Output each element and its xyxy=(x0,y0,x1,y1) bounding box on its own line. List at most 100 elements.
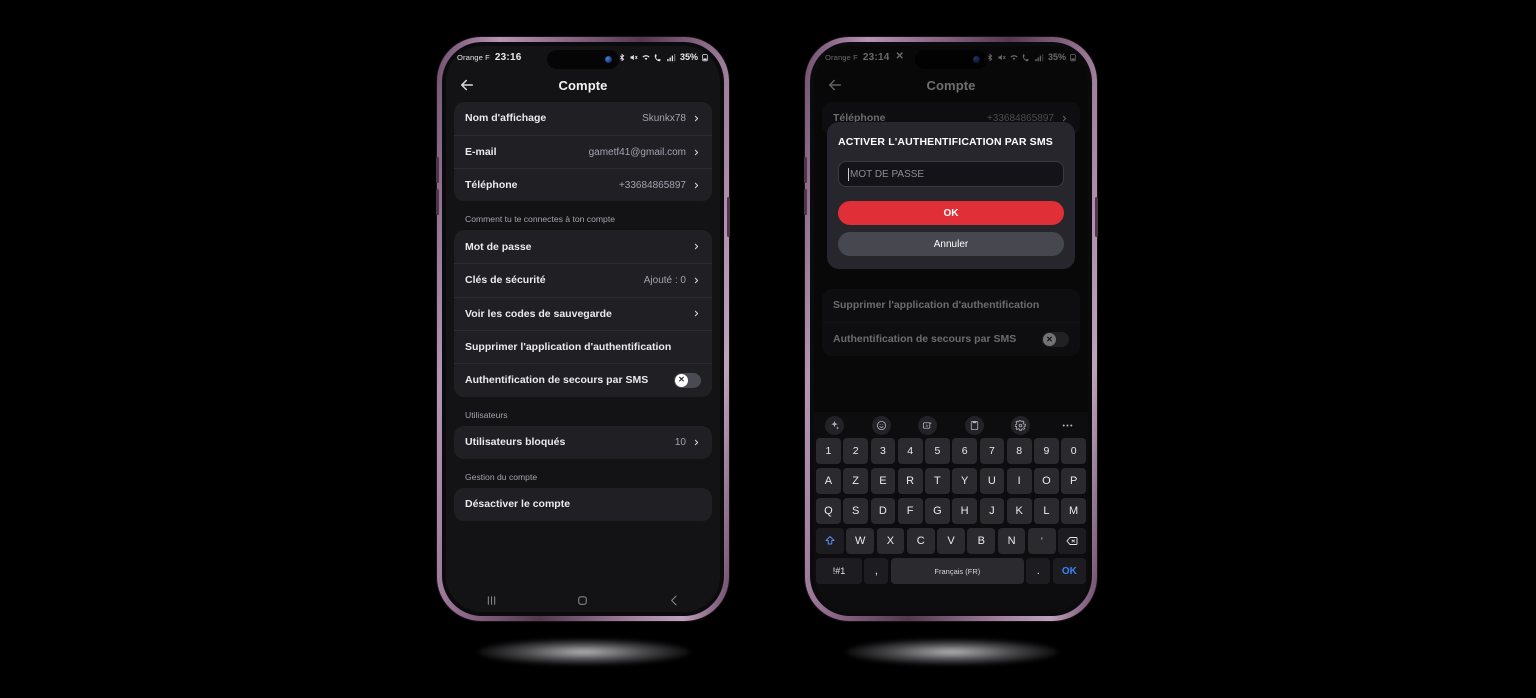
row-phone[interactable]: Téléphone +33684865897 xyxy=(454,168,712,201)
sms-backup-toggle[interactable]: ✕ xyxy=(674,372,701,388)
key-4[interactable]: 4 xyxy=(897,438,923,464)
chevron-right-icon xyxy=(694,244,699,250)
key-9[interactable]: 9 xyxy=(1034,438,1059,464)
carrier-label: Orange F xyxy=(457,52,490,62)
shift-key[interactable] xyxy=(815,528,844,554)
recents-icon[interactable] xyxy=(484,593,499,608)
ai-image-icon[interactable]: A xyxy=(918,415,938,435)
key-0[interactable]: 0 xyxy=(1061,438,1086,464)
volume-up-button[interactable] xyxy=(436,157,439,183)
row-blocked-users[interactable]: Utilisateurs bloqués 10 xyxy=(454,426,712,459)
power-button[interactable] xyxy=(727,197,730,237)
key-x[interactable]: X xyxy=(876,528,905,554)
cancel-button[interactable]: Annuler xyxy=(838,232,1064,257)
row-remove-authenticator[interactable]: Supprimer l'application d'authentificati… xyxy=(454,329,712,363)
key-w[interactable]: W xyxy=(846,528,875,554)
key-v[interactable]: V xyxy=(937,528,965,554)
backspace-icon xyxy=(1066,537,1078,545)
row-backup-codes[interactable]: Voir les codes de sauvegarde xyxy=(454,296,712,330)
row-email[interactable]: E-mail gametf41@gmail.com xyxy=(454,135,712,168)
key-g[interactable]: G xyxy=(925,498,950,524)
key-f[interactable]: F xyxy=(897,498,923,524)
card-users: Utilisateurs bloqués 10 xyxy=(454,425,712,459)
key-7[interactable]: 7 xyxy=(979,438,1005,464)
row-security-keys[interactable]: Clés de sécurité Ajouté : 0 xyxy=(454,263,712,296)
volume-up-button[interactable] xyxy=(804,157,807,183)
phone-bezel-left: Orange F 23:16 35% Compte Nom d'affichag… xyxy=(442,42,724,616)
front-camera-icon xyxy=(605,56,612,63)
row-label: Mot de passe xyxy=(465,240,532,253)
key-s[interactable]: S xyxy=(843,498,868,524)
row-display-name[interactable]: Nom d'affichage Skunkx78 xyxy=(454,102,712,135)
row-password[interactable]: Mot de passe xyxy=(454,230,712,263)
key-u[interactable]: U xyxy=(979,468,1005,494)
key-q[interactable]: Q xyxy=(816,498,841,524)
phone-right: Orange F 23:14 ✕ 35% xyxy=(804,37,1098,621)
key-1[interactable]: 1 xyxy=(816,438,841,464)
power-button[interactable] xyxy=(1095,197,1098,237)
key-a[interactable]: A xyxy=(816,468,841,494)
phone-shadow-right xyxy=(846,639,1058,665)
settings-content: Nom d'affichage Skunkx78 E-mail gametf41… xyxy=(446,102,720,521)
ok-button[interactable]: OK xyxy=(838,201,1064,226)
key-m[interactable]: M xyxy=(1061,498,1086,524)
gear-icon[interactable] xyxy=(1011,415,1031,435)
row-label: Supprimer l'application d'authentificati… xyxy=(465,340,672,353)
key-k[interactable]: K xyxy=(1006,498,1032,524)
volume-down-button[interactable] xyxy=(436,189,439,215)
keyboard-row-1: A Z E R T Y U I O P xyxy=(814,468,1088,498)
signal-icon xyxy=(667,53,676,61)
key-6[interactable]: 6 xyxy=(952,438,977,464)
chevron-right-icon xyxy=(694,277,699,284)
key-j[interactable]: J xyxy=(979,498,1005,524)
key-e[interactable]: E xyxy=(870,468,896,494)
key-apostrophe[interactable]: ' xyxy=(1027,528,1056,554)
comma-key[interactable]: , xyxy=(864,558,889,584)
key-3[interactable]: 3 xyxy=(870,438,896,464)
key-8[interactable]: 8 xyxy=(1006,438,1032,464)
key-o[interactable]: O xyxy=(1034,468,1059,494)
backspace-key[interactable] xyxy=(1058,528,1087,554)
dialog-title: ACTIVER L'AUTHENTIFICATION PAR SMS xyxy=(838,136,1053,148)
space-key[interactable]: Français (FR) xyxy=(890,558,1024,584)
enter-ok-key[interactable]: OK xyxy=(1052,558,1086,584)
row-deactivate-account[interactable]: Désactiver le compte xyxy=(454,488,712,521)
key-2[interactable]: 2 xyxy=(843,438,868,464)
row-sms-backup-auth[interactable]: Authentification de secours par SMS ✕ xyxy=(454,362,712,397)
period-key[interactable]: . xyxy=(1026,558,1051,584)
emoji-icon[interactable] xyxy=(871,415,891,435)
volume-down-button[interactable] xyxy=(804,189,807,215)
key-h[interactable]: H xyxy=(952,498,977,524)
card-identity: Nom d'affichage Skunkx78 E-mail gametf41… xyxy=(454,102,712,202)
key-t[interactable]: T xyxy=(925,468,950,494)
key-r[interactable]: R xyxy=(897,468,923,494)
battery-percent-label: 35% xyxy=(679,52,698,62)
app-header-left: Compte xyxy=(446,68,720,102)
row-label: E-mail xyxy=(465,146,497,158)
more-icon[interactable] xyxy=(1058,416,1077,435)
back-icon[interactable] xyxy=(667,593,682,608)
row-label: Téléphone xyxy=(465,179,518,192)
key-c[interactable]: C xyxy=(906,528,935,554)
row-label: Nom d'affichage xyxy=(465,112,547,125)
key-n[interactable]: N xyxy=(997,528,1026,554)
home-icon[interactable] xyxy=(575,593,590,608)
virtual-keyboard: A 1 2 3 4 5 6 7 8 9 0 A Z E R T Y U I O … xyxy=(814,412,1088,612)
sms-auth-dialog: ACTIVER L'AUTHENTIFICATION PAR SMS MOT D… xyxy=(827,122,1075,270)
key-p[interactable]: P xyxy=(1061,468,1086,494)
key-l[interactable]: L xyxy=(1034,498,1059,524)
clipboard-icon[interactable] xyxy=(964,415,984,435)
screen-left: Orange F 23:16 35% Compte Nom d'affichag… xyxy=(446,46,720,612)
key-y[interactable]: Y xyxy=(952,468,977,494)
key-i[interactable]: I xyxy=(1006,468,1032,494)
password-input[interactable]: MOT DE PASSE xyxy=(838,161,1064,188)
keyboard-row-4: !#1 , Français (FR) . OK xyxy=(814,558,1088,588)
key-z[interactable]: Z xyxy=(843,468,868,494)
key-5[interactable]: 5 xyxy=(925,438,950,464)
ai-sparkle-icon[interactable] xyxy=(825,415,844,435)
back-arrow-icon[interactable] xyxy=(458,76,476,94)
key-b[interactable]: B xyxy=(967,528,996,554)
symbols-key[interactable]: !#1 xyxy=(816,558,862,584)
key-d[interactable]: D xyxy=(870,498,896,524)
chevron-right-icon xyxy=(694,310,699,317)
